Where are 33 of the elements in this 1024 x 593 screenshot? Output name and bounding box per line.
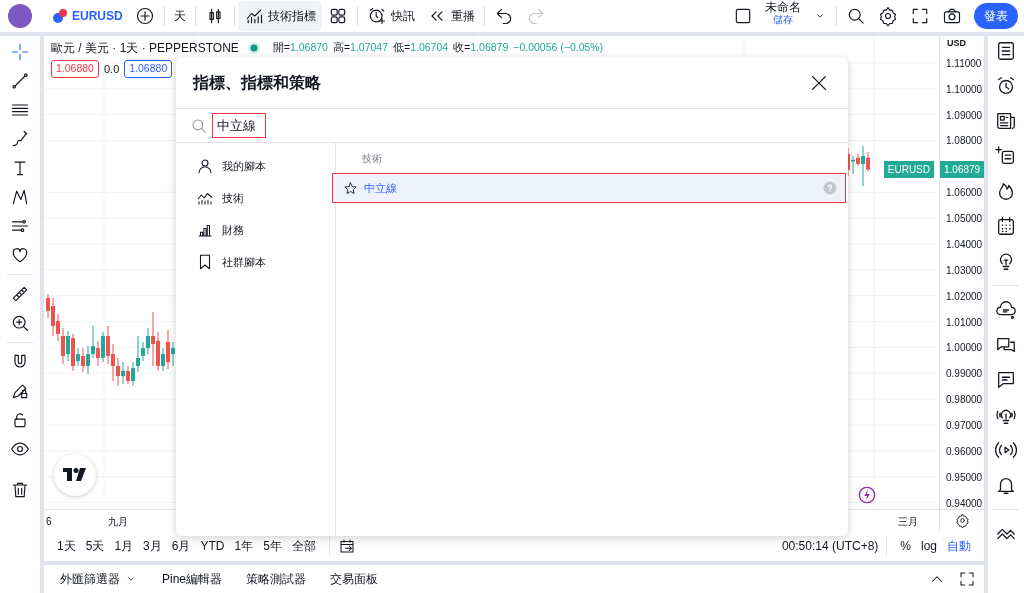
spread-value: 0.0 bbox=[103, 61, 120, 77]
price-label: 1.02000 bbox=[946, 289, 983, 304]
symbol-name: EURUSD bbox=[72, 8, 123, 25]
dialog-title: 指標、指標和策略 bbox=[193, 72, 321, 93]
price-label: 1.10000 bbox=[946, 82, 983, 97]
price-label: 0.97000 bbox=[946, 418, 983, 433]
chart-title: 歐元 / 美元 · 1天 · PEPPERSTONE bbox=[51, 40, 239, 57]
price-label: 0.96000 bbox=[946, 444, 983, 459]
ohlc-value: 低=1.06704 bbox=[393, 40, 449, 56]
price-change: −0.00056 (−0.05%) bbox=[513, 40, 604, 56]
ohlc-value: 開=1.06870 bbox=[272, 40, 328, 56]
section-label: 技術 bbox=[362, 153, 382, 164]
price-label: 0.94000 bbox=[946, 496, 983, 511]
price-label: 0.95000 bbox=[946, 470, 983, 485]
ohlc-value: 高=1.07047 bbox=[332, 40, 389, 56]
price-label: 1.03000 bbox=[946, 263, 983, 278]
clock-time: 00:50:14 (UTC+8) bbox=[781, 538, 879, 555]
price-label: 1.09000 bbox=[946, 108, 983, 123]
price-label: 1.11000 bbox=[946, 56, 982, 71]
time-label: 三月 bbox=[898, 515, 918, 529]
price-label: 1.04000 bbox=[946, 237, 983, 252]
time-label: 6 bbox=[46, 515, 52, 529]
price-label: 1.05000 bbox=[946, 212, 983, 227]
price-label: 0.99000 bbox=[946, 367, 983, 382]
price-label: 1.01000 bbox=[946, 315, 983, 330]
last-price-tag: 1.06879 bbox=[940, 161, 985, 179]
ohlc-value: 收=1.06879 bbox=[453, 40, 509, 56]
symbol-tag: EURUSD bbox=[883, 161, 934, 179]
price-label: 1.00000 bbox=[946, 341, 983, 356]
price-label: 1.08000 bbox=[946, 134, 983, 149]
price-label: 0.98000 bbox=[946, 393, 983, 408]
time-label: 九月 bbox=[108, 515, 128, 529]
price-label: 1.06000 bbox=[946, 186, 983, 201]
